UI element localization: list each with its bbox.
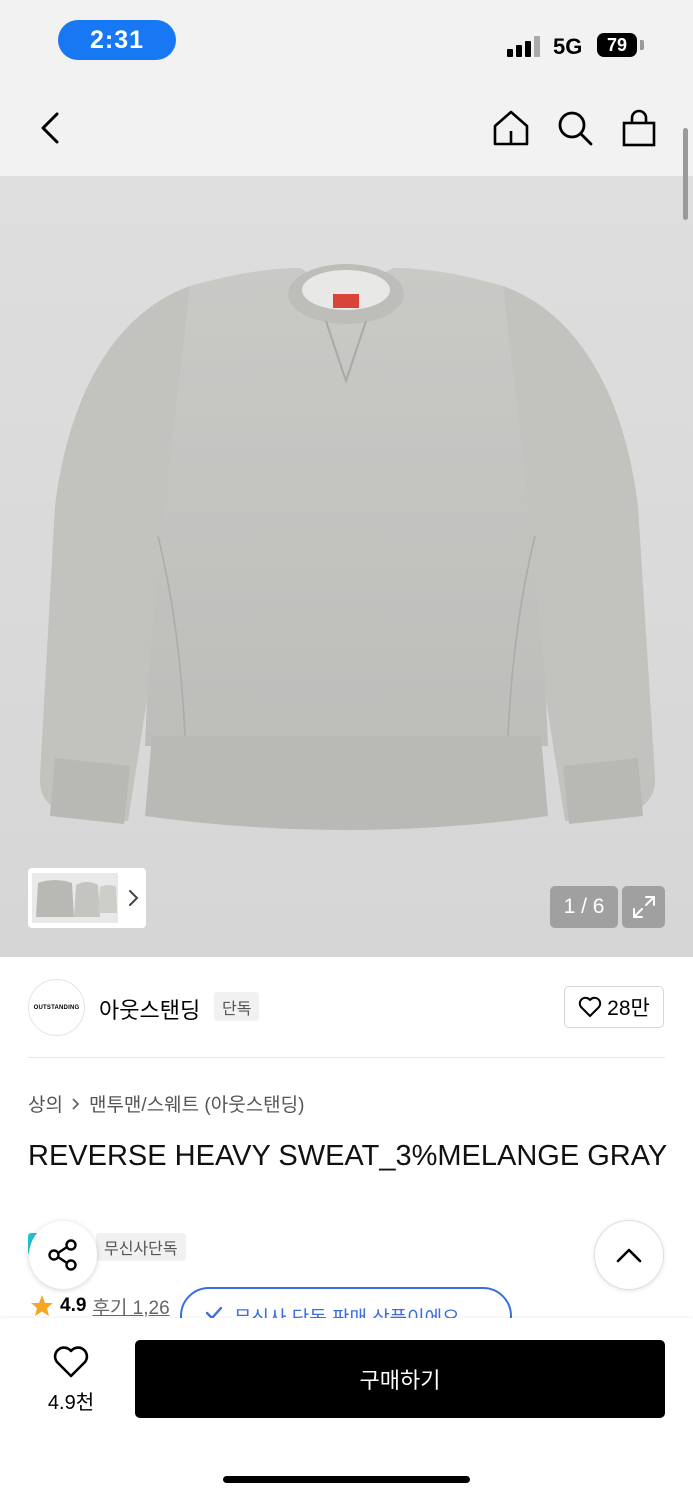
chevron-right-icon: [129, 890, 139, 906]
product-image-gallery[interactable]: 1 / 6: [0, 176, 693, 957]
thumbnail-image: [32, 873, 118, 923]
heart-outline-icon: [53, 1346, 89, 1378]
brand-like-count: 28만: [607, 997, 650, 1020]
brand-name[interactable]: 아웃스탠딩: [99, 993, 200, 1025]
breadcrumb-subcategory[interactable]: 맨투맨/스웨트 (아웃스탠딩): [89, 1090, 305, 1117]
rating-row: 4.9 후기 1,26: [30, 1292, 170, 1320]
review-link[interactable]: 후기 1,26: [92, 1293, 169, 1320]
chevron-up-icon: [616, 1248, 642, 1263]
shopping-bag-icon: [622, 109, 656, 147]
network-label: 5G: [553, 34, 583, 59]
top-nav: [0, 80, 693, 176]
expand-button[interactable]: [622, 886, 665, 928]
expand-icon: [632, 896, 655, 918]
status-time: 2:31: [58, 20, 176, 60]
home-indicator: [223, 1476, 470, 1483]
chevron-right-icon: [72, 1097, 80, 1110]
wishlist-count: 4.9천: [47, 1392, 95, 1414]
battery-tip: [640, 40, 644, 50]
section-divider: [28, 1057, 665, 1058]
signal-icon: [507, 35, 543, 57]
share-button[interactable]: [29, 1221, 97, 1289]
home-button[interactable]: [486, 102, 536, 154]
buy-button[interactable]: 구매하기: [135, 1340, 665, 1418]
product-title: REVERSE HEAVY SWEAT_3%MELANGE GRAY: [28, 1140, 668, 1172]
image-counter: 1 / 6: [550, 886, 618, 928]
chevron-left-icon: [41, 112, 59, 144]
thumbnail-strip[interactable]: [28, 868, 146, 928]
search-button[interactable]: [550, 102, 600, 154]
back-button[interactable]: [25, 102, 75, 154]
bottom-action-bar: 4.9천 구매하기: [0, 1318, 693, 1500]
brand-row: OUTSTANDING 아웃스탠딩 단독 28만: [0, 957, 693, 1057]
share-icon: [48, 1239, 77, 1271]
sweatshirt-image: [39, 264, 656, 830]
breadcrumb-category[interactable]: 상의: [28, 1090, 63, 1117]
battery-icon: 79: [597, 33, 637, 57]
wishlist-button[interactable]: [46, 1342, 96, 1382]
star-icon: [31, 1295, 53, 1316]
brand-logo[interactable]: OUTSTANDING: [28, 979, 85, 1036]
home-icon: [493, 110, 529, 146]
breadcrumb: 상의 맨투맨/스웨트 (아웃스탠딩): [28, 1090, 304, 1117]
scroll-top-button[interactable]: [594, 1220, 664, 1290]
heart-outline-icon: [578, 996, 602, 1017]
exclusive-badge: 단독: [214, 992, 260, 1021]
page-scrollbar[interactable]: [683, 128, 688, 220]
cart-button[interactable]: [614, 102, 664, 154]
brand-like-button[interactable]: 28만: [564, 986, 664, 1028]
search-icon: [558, 111, 593, 146]
rating-value: 4.9: [60, 1295, 87, 1316]
status-bar: 2:31 5G 79: [0, 0, 693, 80]
product-tag: 무신사단독: [96, 1233, 186, 1261]
